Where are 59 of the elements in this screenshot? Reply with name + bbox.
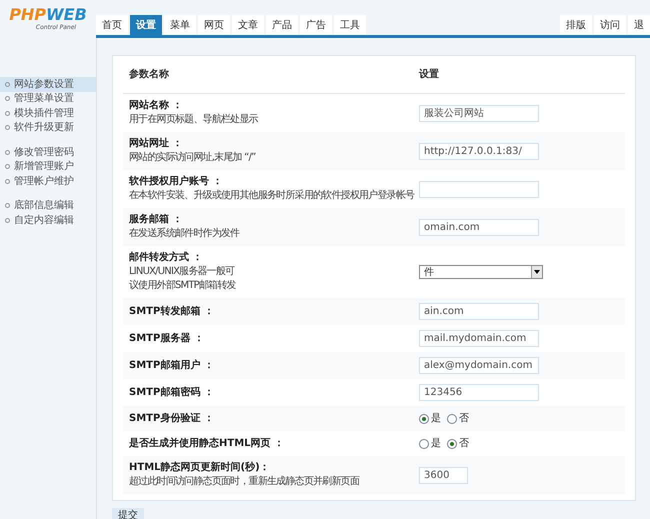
setting-label: 网站名称 ： [129, 99, 184, 113]
setting-label: 邮件转发方式 ： [129, 251, 204, 265]
setting-label: HTML静态网页更新时间(秒)： [129, 461, 271, 475]
sidebar-item[interactable]: 管理帐户维护 [0, 174, 96, 188]
nav-tab[interactable]: 菜单 [164, 15, 196, 35]
sidebar-item[interactable]: 底部信息编辑 [0, 198, 96, 213]
select-field[interactable]: 件 [419, 265, 543, 279]
sidebar-item[interactable]: 修改管理密码 [0, 145, 96, 160]
radio-button[interactable] [419, 438, 429, 448]
text-field[interactable]: http://127.0.0.1:83/ [419, 142, 539, 160]
text-field[interactable]: 123456 [419, 384, 539, 401]
nav-tab[interactable]: 工具 [334, 15, 366, 35]
setting-label: SMTP邮箱用户 ： [129, 358, 215, 372]
text-field[interactable] [419, 180, 539, 198]
setting-description: 用于在网页标题、导航栏处显示 [129, 113, 260, 127]
nav-tab[interactable]: 首页 [96, 15, 128, 35]
text-field[interactable]: ain.com [419, 303, 539, 320]
text-field[interactable]: omain.com [419, 218, 539, 236]
nav-tab[interactable]: 退 [628, 15, 650, 35]
radio-button[interactable] [447, 414, 457, 424]
setting-label: SMTP转发邮箱 ： [129, 304, 215, 318]
setting-label: 服务邮箱 ： [129, 213, 184, 227]
text-field[interactable]: 3600 [419, 466, 468, 484]
nav-tab[interactable]: 文章 [232, 15, 264, 35]
setting-label: SMTP身份验证 ： [129, 412, 215, 426]
nav-tab[interactable]: 产品 [266, 15, 298, 35]
text-field[interactable]: 服装公司网站 [419, 104, 539, 122]
setting-label: 是否生成并使用静态HTML网页 ： [129, 436, 285, 450]
nav-tab[interactable]: 访问 [594, 15, 626, 35]
column-header: 参数名称 [128, 68, 170, 82]
nav-tab[interactable]: 排版 [560, 15, 592, 35]
setting-description: 在本软件安装、升级或使用其他服务时所采用的软件授权用户登录帐号 [129, 189, 416, 203]
setting-label: SMTP服务器 ： [129, 332, 205, 346]
radio-label: 否 [459, 437, 469, 451]
sidebar-item[interactable]: 软件升级更新 [0, 120, 96, 135]
setting-label: SMTP邮箱密码 ： [129, 386, 215, 400]
setting-description: 在发送系统邮件时作为发件 [129, 227, 241, 241]
sidebar-item[interactable]: 新增管理账户 [0, 160, 96, 174]
setting-label: 网站网址 ： [129, 137, 184, 151]
nav-tab[interactable]: 网页 [198, 15, 230, 35]
radio-button[interactable] [419, 414, 429, 424]
setting-description: 网站的实际访问网址,末尾加 “/” [129, 151, 256, 165]
setting-description: LINUX/UNIX服务器一般可 [129, 265, 236, 279]
sidebar-item[interactable]: 网站参数设置 [0, 77, 96, 92]
radio-label: 是 [431, 437, 441, 451]
setting-description: 超过此时间访问静态页面时，重新生成静态页并刷新页面 [129, 475, 360, 489]
radio-label: 否 [459, 412, 469, 426]
setting-label: 软件授权用户账号 ： [129, 175, 224, 189]
text-field[interactable]: alex@mydomain.com [419, 357, 539, 374]
sidebar-item[interactable]: 自定内容编辑 [0, 213, 96, 228]
radio-label: 是 [431, 412, 441, 426]
nav-tab[interactable]: 设置 [130, 15, 162, 35]
radio-button[interactable] [447, 438, 457, 448]
setting-description: 议使用外部SMTP邮箱转发 [129, 279, 237, 293]
column-header: 设置 [419, 68, 439, 82]
sidebar-item[interactable]: 模块插件管理 [0, 106, 96, 120]
text-field[interactable]: mail.mydomain.com [419, 330, 539, 347]
nav-tab[interactable]: 广告 [300, 15, 332, 35]
sidebar-item[interactable]: 管理菜单设置 [0, 92, 96, 106]
